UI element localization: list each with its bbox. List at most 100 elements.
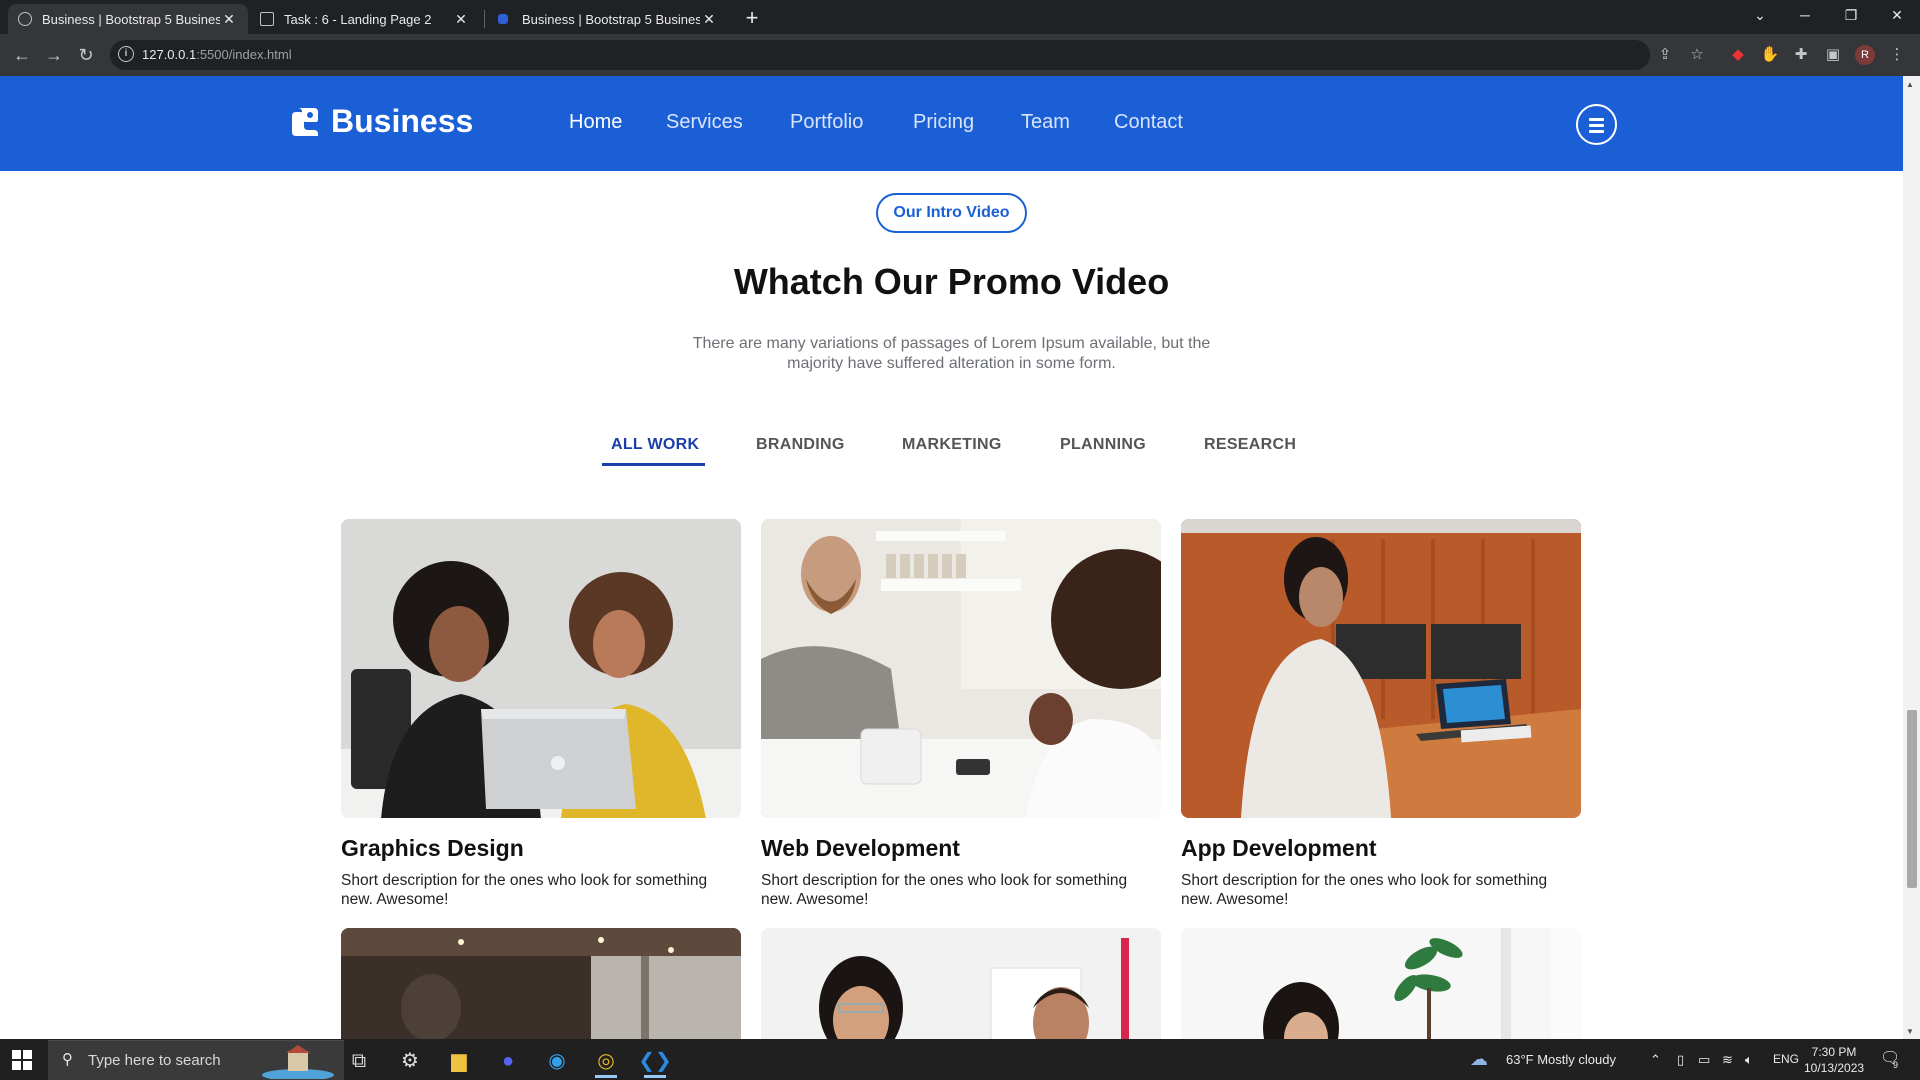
share-icon[interactable]: ⇪ — [1654, 44, 1676, 66]
restore-button[interactable]: ❐ — [1828, 0, 1874, 30]
globe-icon — [18, 12, 32, 26]
brand-logo-icon[interactable] — [288, 106, 320, 138]
filter-tab-planning[interactable]: PLANNING — [1060, 436, 1146, 454]
clock-time: 7:30 PM — [1811, 1045, 1857, 1059]
filter-tab-research[interactable]: RESEARCH — [1204, 436, 1296, 454]
section-heading: Whatch Our Promo Video — [733, 261, 1170, 302]
task-view-icon[interactable]: ⧉ — [342, 1044, 376, 1078]
page-scrollbar[interactable] — [1903, 76, 1920, 1039]
tab-title: Task : 6 - Landing Page 2 — [284, 11, 432, 27]
tab-title: Business | Bootstrap 5 Business T — [42, 11, 220, 27]
section-subtext: There are many variations of passages of… — [692, 335, 1211, 372]
scroll-up-arrow-icon[interactable]: ▲ — [1906, 80, 1914, 89]
url-host: 127.0.0.1 — [142, 47, 197, 62]
filter-tab-marketing[interactable]: MARKETING — [902, 436, 1002, 454]
filter-tab-all-work[interactable]: ALL WORK — [611, 436, 699, 454]
vscode-icon[interactable]: ❮❯ — [638, 1044, 672, 1078]
browser-tab-bar: Business | Bootstrap 5 Business T ✕ Task… — [0, 0, 1920, 34]
address-bar[interactable] — [110, 40, 1650, 70]
profile-avatar[interactable]: R — [1855, 45, 1875, 65]
volume-icon[interactable]: 🔈︎ — [1745, 1052, 1753, 1068]
new-tab-button[interactable]: + — [738, 5, 766, 33]
url-text[interactable]: 127.0.0.1:5500/index.html — [142, 47, 292, 62]
site-navbar: Business Home Services Portfolio Pricing… — [0, 76, 1903, 171]
tab-separator — [484, 10, 485, 28]
file-explorer-icon[interactable]: ▆ — [442, 1044, 476, 1078]
color-extension-icon[interactable]: ◆ — [1727, 44, 1749, 66]
page-viewport: Business Home Services Portfolio Pricing… — [0, 76, 1903, 1039]
wifi-icon[interactable]: ≋ — [1722, 1052, 1733, 1068]
side-panel-icon[interactable]: ▣ — [1822, 44, 1844, 66]
start-tile — [12, 1050, 21, 1059]
clock-date: 10/13/2023 — [1804, 1061, 1865, 1075]
portfolio-image-plant-desk[interactable] — [1181, 928, 1581, 1039]
search-icon: ⚲ — [62, 1051, 73, 1068]
edge-browser-icon[interactable]: ◉ — [540, 1044, 574, 1078]
extensions-puzzle-icon[interactable]: ✚ — [1790, 44, 1812, 66]
nav-team[interactable]: Team — [1021, 111, 1070, 134]
hamburger-menu-button[interactable] — [1576, 104, 1617, 145]
portfolio-image-app-development[interactable] — [1181, 519, 1581, 818]
battery-icon[interactable]: ▭ — [1698, 1052, 1710, 1068]
forward-button[interactable]: → — [40, 41, 68, 69]
portfolio-image-team[interactable] — [761, 928, 1161, 1039]
weather-text[interactable]: 63°F Mostly cloudy — [1506, 1052, 1616, 1067]
portfolio-description: Short description for the ones who look … — [341, 872, 708, 908]
notification-count: 9 — [1893, 1060, 1899, 1070]
close-icon[interactable]: ✕ — [700, 11, 718, 28]
tab-title: Business | Bootstrap 5 Business T — [522, 11, 700, 27]
portfolio-title[interactable]: Graphics Design — [341, 835, 524, 862]
portfolio-image-web-development[interactable] — [761, 519, 1161, 818]
bookmark-star-icon[interactable]: ☆ — [1686, 44, 1708, 66]
portfolio-title[interactable]: Web Development — [761, 835, 960, 862]
intro-video-badge[interactable]: Our Intro Video — [876, 193, 1027, 233]
nav-contact[interactable]: Contact — [1114, 111, 1183, 134]
usb-device-icon[interactable]: ▯ — [1677, 1052, 1684, 1068]
site-favicon-icon — [498, 14, 508, 24]
start-tile — [23, 1061, 32, 1070]
nav-portfolio[interactable]: Portfolio — [790, 111, 863, 134]
scroll-down-arrow-icon[interactable]: ▼ — [1906, 1027, 1914, 1036]
scrollbar-thumb[interactable] — [1907, 710, 1917, 888]
nav-services[interactable]: Services — [666, 111, 743, 134]
nav-home[interactable]: Home — [569, 111, 622, 134]
taskbar-search-placeholder[interactable]: Type here to search — [88, 1052, 221, 1069]
close-icon[interactable]: ✕ — [452, 11, 470, 28]
reload-button[interactable]: ↻ — [72, 41, 100, 69]
window-close-button[interactable]: ✕ — [1874, 0, 1920, 30]
portfolio-description: Short description for the ones who look … — [761, 872, 1128, 908]
menu-bar — [1589, 118, 1604, 121]
search-highlight-illustration — [258, 1043, 338, 1080]
taskbar-clock[interactable]: 7:30 PM 10/13/2023 — [1804, 1044, 1864, 1076]
tab-search-button[interactable]: ⌄ — [1737, 0, 1783, 30]
url-path: :5500/index.html — [196, 47, 292, 62]
tray-overflow-chevron-icon[interactable]: ⌃ — [1650, 1052, 1661, 1068]
portfolio-image-graphics-design[interactable] — [341, 519, 741, 818]
close-icon[interactable]: ✕ — [220, 11, 238, 28]
browser-tab[interactable]: Business | Bootstrap 5 Business T ✕ — [488, 4, 728, 34]
active-filter-underline — [602, 463, 705, 466]
nav-pricing[interactable]: Pricing — [913, 111, 974, 134]
weather-cloud-icon: ☁ — [1470, 1049, 1488, 1069]
windows-start-button[interactable] — [12, 1050, 32, 1070]
portfolio-image-office[interactable] — [341, 928, 741, 1039]
portfolio-description: Short description for the ones who look … — [1181, 872, 1548, 908]
back-button[interactable]: ← — [8, 41, 36, 69]
portfolio-title[interactable]: App Development — [1181, 835, 1377, 862]
menu-bar — [1589, 130, 1604, 133]
minimize-button[interactable]: ─ — [1782, 0, 1828, 30]
start-tile — [12, 1061, 21, 1070]
more-menu-icon[interactable]: ⋮ — [1886, 44, 1908, 66]
chrome-browser-icon[interactable]: ◎ — [589, 1044, 623, 1078]
start-tile — [23, 1050, 32, 1059]
site-info-icon[interactable]: i — [118, 46, 134, 62]
settings-gear-icon[interactable]: ⚙ — [393, 1044, 427, 1078]
language-indicator[interactable]: ENG — [1773, 1052, 1799, 1066]
image-icon — [260, 12, 274, 26]
browser-tab[interactable]: Task : 6 - Landing Page 2 ✕ — [250, 4, 480, 34]
extension-hand-icon[interactable]: ✋ — [1759, 44, 1781, 66]
brand-name[interactable]: Business — [331, 103, 473, 140]
discord-icon[interactable]: ● — [491, 1044, 525, 1078]
filter-tab-branding[interactable]: BRANDING — [756, 436, 845, 454]
browser-tab[interactable]: Business | Bootstrap 5 Business T ✕ — [8, 4, 248, 34]
